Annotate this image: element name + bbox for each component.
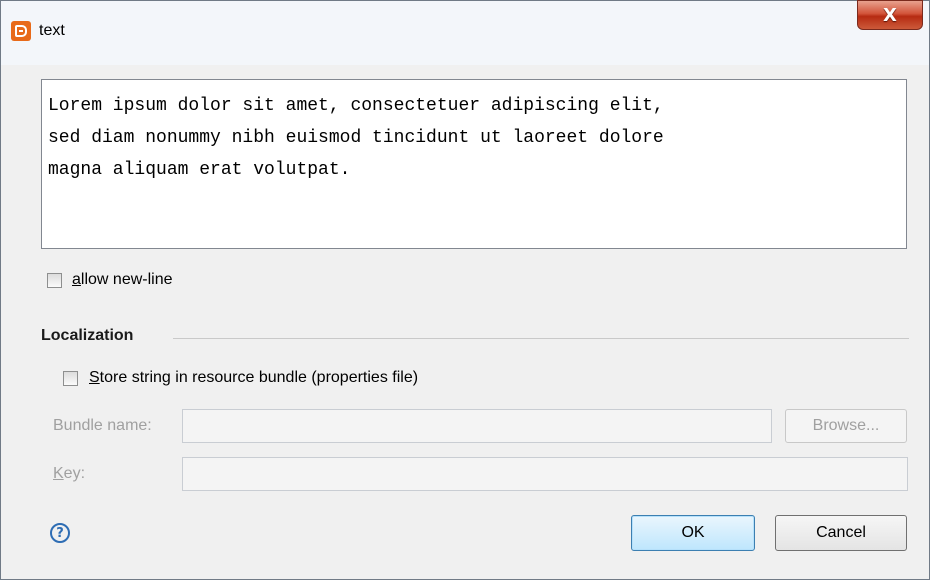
localization-heading: Localization (41, 327, 134, 344)
app-icon (11, 21, 31, 41)
key-label: Key: (53, 465, 86, 482)
cancel-button[interactable]: Cancel (775, 515, 907, 551)
bundle-name-label: Bundle name: (53, 417, 152, 434)
close-icon: X (883, 4, 897, 26)
ok-button[interactable]: OK (631, 515, 755, 551)
store-in-bundle-checkbox[interactable] (63, 371, 78, 386)
browse-button[interactable]: Browse... (785, 409, 907, 443)
store-in-bundle-label[interactable]: Store string in resource bundle (propert… (89, 369, 418, 387)
title-bar[interactable]: text X (1, 0, 929, 65)
allow-newline-checkbox[interactable] (47, 273, 62, 288)
text-dialog: text X Lorem ipsum dolor sit amet, conse… (0, 0, 930, 580)
close-button[interactable]: X (857, 0, 923, 30)
allow-newline-label[interactable]: allow new-line (72, 271, 173, 289)
window-title: text (39, 22, 65, 39)
text-editor[interactable]: Lorem ipsum dolor sit amet, consectetuer… (41, 79, 907, 249)
key-field[interactable] (182, 457, 908, 491)
bundle-name-field[interactable] (182, 409, 772, 443)
section-divider (173, 338, 909, 339)
help-icon[interactable]: ? (50, 523, 70, 543)
